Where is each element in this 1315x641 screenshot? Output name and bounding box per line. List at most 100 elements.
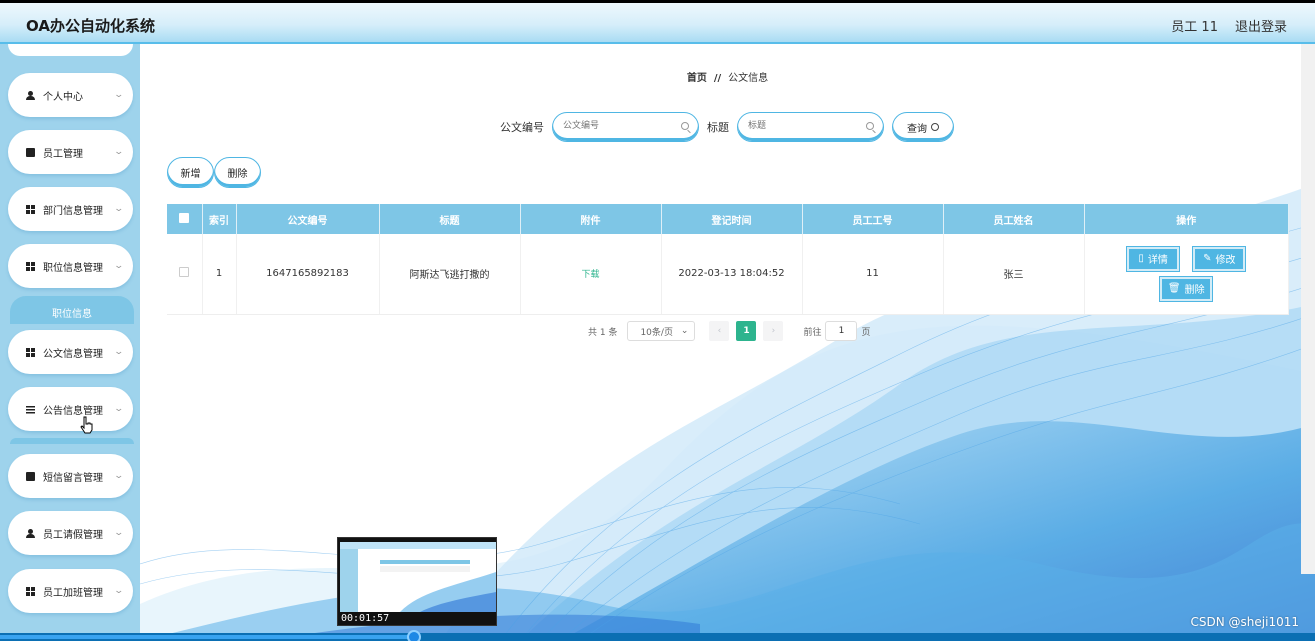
top-header: OA办公自动化系统 员工 11 退出登录 <box>0 0 1315 44</box>
emp-no-cell: 11 <box>802 234 944 315</box>
download-link[interactable]: 下载 <box>581 270 599 280</box>
time-cell: 2022-03-13 18:04:52 <box>661 234 803 315</box>
operations-cell: ▯ 详情 ✎ 修改 🗑 删除 <box>1084 234 1289 315</box>
sidebar-divider <box>10 438 134 444</box>
trash-icon: 🗑 <box>1167 283 1181 295</box>
video-preview[interactable]: 00:01:57 <box>337 537 497 626</box>
sidebar-item-leave[interactable]: 员工请假管理 ⌄ <box>8 511 133 555</box>
column-header: 公文编号 <box>236 204 380 234</box>
video-progress-bar[interactable] <box>0 630 1315 641</box>
query-button[interactable]: 查询 <box>892 112 954 142</box>
chevron-down-icon: ⌄ <box>113 528 125 538</box>
sidebar-item-position[interactable]: 职位信息管理 ⌄ <box>8 244 133 288</box>
select-all-header <box>167 204 203 234</box>
chevron-down-icon: ⌄ <box>680 326 689 336</box>
sidebar-item-label: 个人中心 <box>43 91 83 103</box>
sidebar-item-personal-center[interactable]: 个人中心 ⌄ <box>8 73 133 117</box>
select-all-checkbox[interactable] <box>179 212 190 223</box>
goto-page-input[interactable]: 1 <box>825 321 858 341</box>
title-input[interactable] <box>748 113 858 139</box>
goto-label: 前往 <box>803 327 822 338</box>
bulk-delete-button[interactable]: 删除 <box>214 157 261 188</box>
video-timestamp: 00:01:57 <box>341 613 390 624</box>
sidebar-item-label: 员工请假管理 <box>43 529 103 541</box>
sidebar-item-employee[interactable]: 员工管理 ⌄ <box>8 130 133 174</box>
chevron-right-icon: › <box>771 326 776 336</box>
page-size-select[interactable]: 10条/页 ⌄ <box>627 321 696 341</box>
sidebar-item-documents[interactable]: 公文信息管理 ⌄ <box>8 330 133 374</box>
index-cell: 1 <box>202 234 237 315</box>
breadcrumb-current: 公文信息 <box>728 73 769 84</box>
chevron-down-icon: ⌄ <box>113 90 125 100</box>
detail-button-label: 详情 <box>1147 255 1168 267</box>
sidebar-item-overtime[interactable]: 员工加班管理 ⌄ <box>8 569 133 613</box>
doc-no-field[interactable] <box>552 112 699 142</box>
watermark: CSDN @sheji1011 <box>1190 615 1299 629</box>
current-user-label[interactable]: 员工 11 <box>1171 16 1218 35</box>
vertical-scrollbar[interactable] <box>1301 44 1315 574</box>
sidebar-item-label: 短信留言管理 <box>43 472 103 484</box>
delete-button-label: 删除 <box>1184 285 1205 297</box>
prev-page-button[interactable]: ‹ <box>709 321 730 341</box>
breadcrumb-home[interactable]: 首页 <box>687 73 707 84</box>
video-progress-fill <box>0 635 415 639</box>
title-cell: 阿斯达飞逃打撒的 <box>379 234 521 315</box>
sidebar-item-label: 公文信息管理 <box>43 348 103 360</box>
sidebar-item-announcements[interactable]: 公告信息管理 ⌄ <box>8 387 133 431</box>
chevron-down-icon: ⌄ <box>113 261 125 271</box>
attachment-cell: 下载 <box>520 234 662 315</box>
sidebar-item-label: 公告信息管理 <box>43 405 103 417</box>
sidebar: 个人中心 ⌄ 员工管理 ⌄ 部门信息管理 ⌄ 职位信息管理 ⌄ 职位信息 公文信… <box>0 44 140 641</box>
doc-no-label: 公文编号 <box>500 121 544 134</box>
total-count: 共 1 条 <box>588 327 618 338</box>
person-icon <box>26 90 35 100</box>
document-icon: ▯ <box>1138 253 1144 265</box>
column-header: 索引 <box>202 204 237 234</box>
logout-button[interactable]: 退出登录 <box>1235 16 1287 35</box>
list-icon <box>26 404 35 414</box>
column-header: 操作 <box>1084 204 1289 234</box>
row-select-cell <box>167 234 203 315</box>
thumbnail-image <box>340 542 496 612</box>
page-unit-label: 页 <box>861 327 871 338</box>
grid-icon <box>26 261 35 271</box>
row-checkbox[interactable] <box>179 267 190 278</box>
chevron-down-icon: ⌄ <box>113 471 125 481</box>
chevron-down-icon: ⌄ <box>113 347 125 357</box>
chevron-left-icon: ‹ <box>717 326 722 336</box>
title-label: 标题 <box>707 121 729 134</box>
column-header: 员工工号 <box>802 204 944 234</box>
column-header: 登记时间 <box>661 204 803 234</box>
next-page-button[interactable]: › <box>763 321 784 341</box>
edit-button[interactable]: ✎ 修改 <box>1192 245 1247 272</box>
main-content: 首页 // 公文信息 公文编号 标题 查询 新增 删除 索引 公文编号 标题 附件 … <box>140 44 1315 641</box>
edit-icon: ✎ <box>1203 253 1212 265</box>
chevron-down-icon: ⌄ <box>113 586 125 596</box>
document-table: 索引 公文编号 标题 附件 登记时间 员工工号 员工姓名 操作 1 164716… <box>167 204 1289 315</box>
emp-name-cell: 张三 <box>943 234 1085 315</box>
chart-icon <box>26 471 35 481</box>
sidebar-subitem-position-info[interactable]: 职位信息 <box>10 296 134 324</box>
add-button[interactable]: 新增 <box>167 157 214 188</box>
delete-button[interactable]: 🗑 删除 <box>1159 275 1214 302</box>
search-icon <box>931 123 939 131</box>
page-size-value: 10条/页 <box>640 327 673 338</box>
column-header: 附件 <box>520 204 662 234</box>
clipboard-icon <box>26 147 35 157</box>
header-user-area: 员工 11 退出登录 <box>1171 16 1287 35</box>
breadcrumb-separator: // <box>713 73 722 84</box>
search-icon <box>681 122 689 130</box>
search-icon <box>866 122 874 130</box>
chevron-down-icon: ⌄ <box>113 204 125 214</box>
grid-icon <box>26 586 35 596</box>
video-progress-handle[interactable] <box>407 630 422 641</box>
sidebar-item-department[interactable]: 部门信息管理 ⌄ <box>8 187 133 231</box>
sidebar-item-messages[interactable]: 短信留言管理 ⌄ <box>8 454 133 498</box>
title-field[interactable] <box>737 112 884 142</box>
doc-no-cell: 1647165892183 <box>236 234 380 315</box>
doc-no-input[interactable] <box>563 113 673 139</box>
table-header-row: 索引 公文编号 标题 附件 登记时间 员工工号 员工姓名 操作 <box>167 204 1289 234</box>
page-number-current[interactable]: 1 <box>736 321 757 341</box>
detail-button[interactable]: ▯ 详情 <box>1126 245 1181 272</box>
breadcrumb: 首页 // 公文信息 <box>140 69 1315 84</box>
